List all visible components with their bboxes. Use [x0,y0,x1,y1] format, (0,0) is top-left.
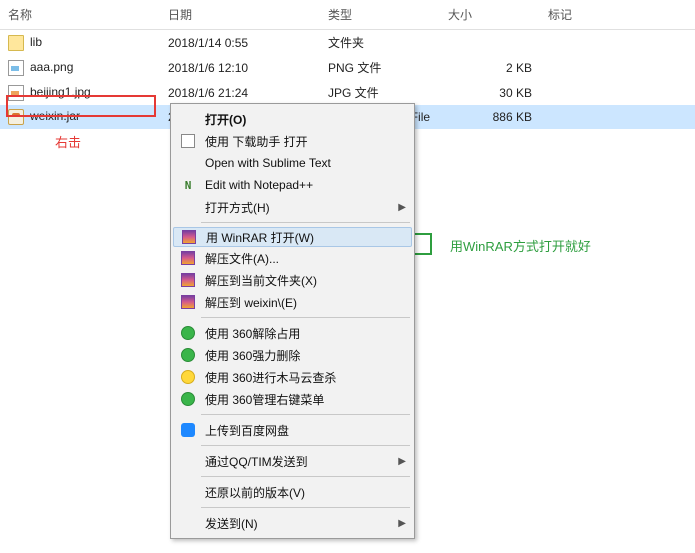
menu-open-with[interactable]: 打开方式(H)▶ [173,196,412,218]
menu-open-sublime[interactable]: Open with Sublime Text [173,152,412,174]
col-date[interactable]: 日期 [160,0,320,30]
menu-edit-notepadpp[interactable]: NEdit with Notepad++ [173,174,412,196]
notepadpp-icon: N [179,176,197,194]
winrar-icon [179,293,197,311]
menu-restore-previous[interactable]: 还原以前的版本(V) [173,481,412,503]
file-date: 2018/1/6 12:10 [160,55,320,80]
menu-extract-to-folder[interactable]: 解压到 weixin\(E) [173,291,412,313]
file-name: beijing1.jpg [30,85,91,99]
menu-send-to[interactable]: 发送到(N)▶ [173,512,412,534]
file-size: 886 KB [440,105,540,129]
file-name: aaa.png [30,60,73,74]
file-size: 2 KB [440,55,540,80]
360-green-icon [179,324,197,342]
file-row[interactable]: aaa.png 2018/1/6 12:10PNG 文件2 KB [0,55,695,80]
winrar-icon [179,271,197,289]
file-name: weixin.jar [30,109,80,123]
menu-baidu-upload[interactable]: 上传到百度网盘 [173,419,412,441]
file-type: PNG 文件 [320,55,440,80]
col-name[interactable]: 名称 [0,0,160,30]
menu-extract-here[interactable]: 解压到当前文件夹(X) [173,269,412,291]
column-header-row[interactable]: 名称 日期 类型 大小 标记 [0,0,695,30]
winrar-icon [179,249,197,267]
360-green-icon [179,346,197,364]
menu-360-menu-manager[interactable]: 使用 360管理右键菜单 [173,388,412,410]
file-row[interactable]: lib 2018/1/14 0:55文件夹 [0,30,695,56]
menu-360-force-delete[interactable]: 使用 360强力删除 [173,344,412,366]
jpg-icon [8,85,24,101]
col-tags[interactable]: 标记 [540,0,695,30]
file-name: lib [30,35,42,49]
context-menu[interactable]: 打开(O) 使用 下载助手 打开 Open with Sublime Text … [170,103,415,539]
chevron-right-icon: ▶ [398,518,408,529]
360-yellow-icon [179,368,197,386]
png-icon [8,60,24,76]
menu-open-download-helper[interactable]: 使用 下载助手 打开 [173,130,412,152]
annotation-right-click-label: 右击 [55,132,81,151]
file-row[interactable]: beijing1.jpg 2018/1/6 21:24JPG 文件30 KB [0,80,695,105]
jar-icon [8,109,24,125]
menu-360-cloud-scan[interactable]: 使用 360进行木马云查杀 [173,366,412,388]
menu-send-qq[interactable]: 通过QQ/TIM发送到▶ [173,450,412,472]
menu-open[interactable]: 打开(O) [173,108,412,130]
file-type: JPG 文件 [320,80,440,105]
file-type: 文件夹 [320,30,440,56]
file-date: 2018/1/14 0:55 [160,30,320,56]
col-type[interactable]: 类型 [320,0,440,30]
menu-winrar-open[interactable]: 用 WinRAR 打开(W) [173,227,412,247]
file-size [440,30,540,56]
col-size[interactable]: 大小 [440,0,540,30]
menu-360-unlock[interactable]: 使用 360解除占用 [173,322,412,344]
chevron-right-icon: ▶ [398,202,408,213]
annotation-winrar-hint: 用WinRAR方式打开就好 [450,236,591,255]
chevron-right-icon: ▶ [398,456,408,467]
file-size: 30 KB [440,80,540,105]
baidu-cloud-icon [179,421,197,439]
menu-extract-files[interactable]: 解压文件(A)... [173,247,412,269]
360-green-icon [179,390,197,408]
file-date: 2018/1/6 21:24 [160,80,320,105]
download-helper-icon [179,132,197,150]
folder-icon [8,35,24,51]
winrar-icon [180,228,198,246]
